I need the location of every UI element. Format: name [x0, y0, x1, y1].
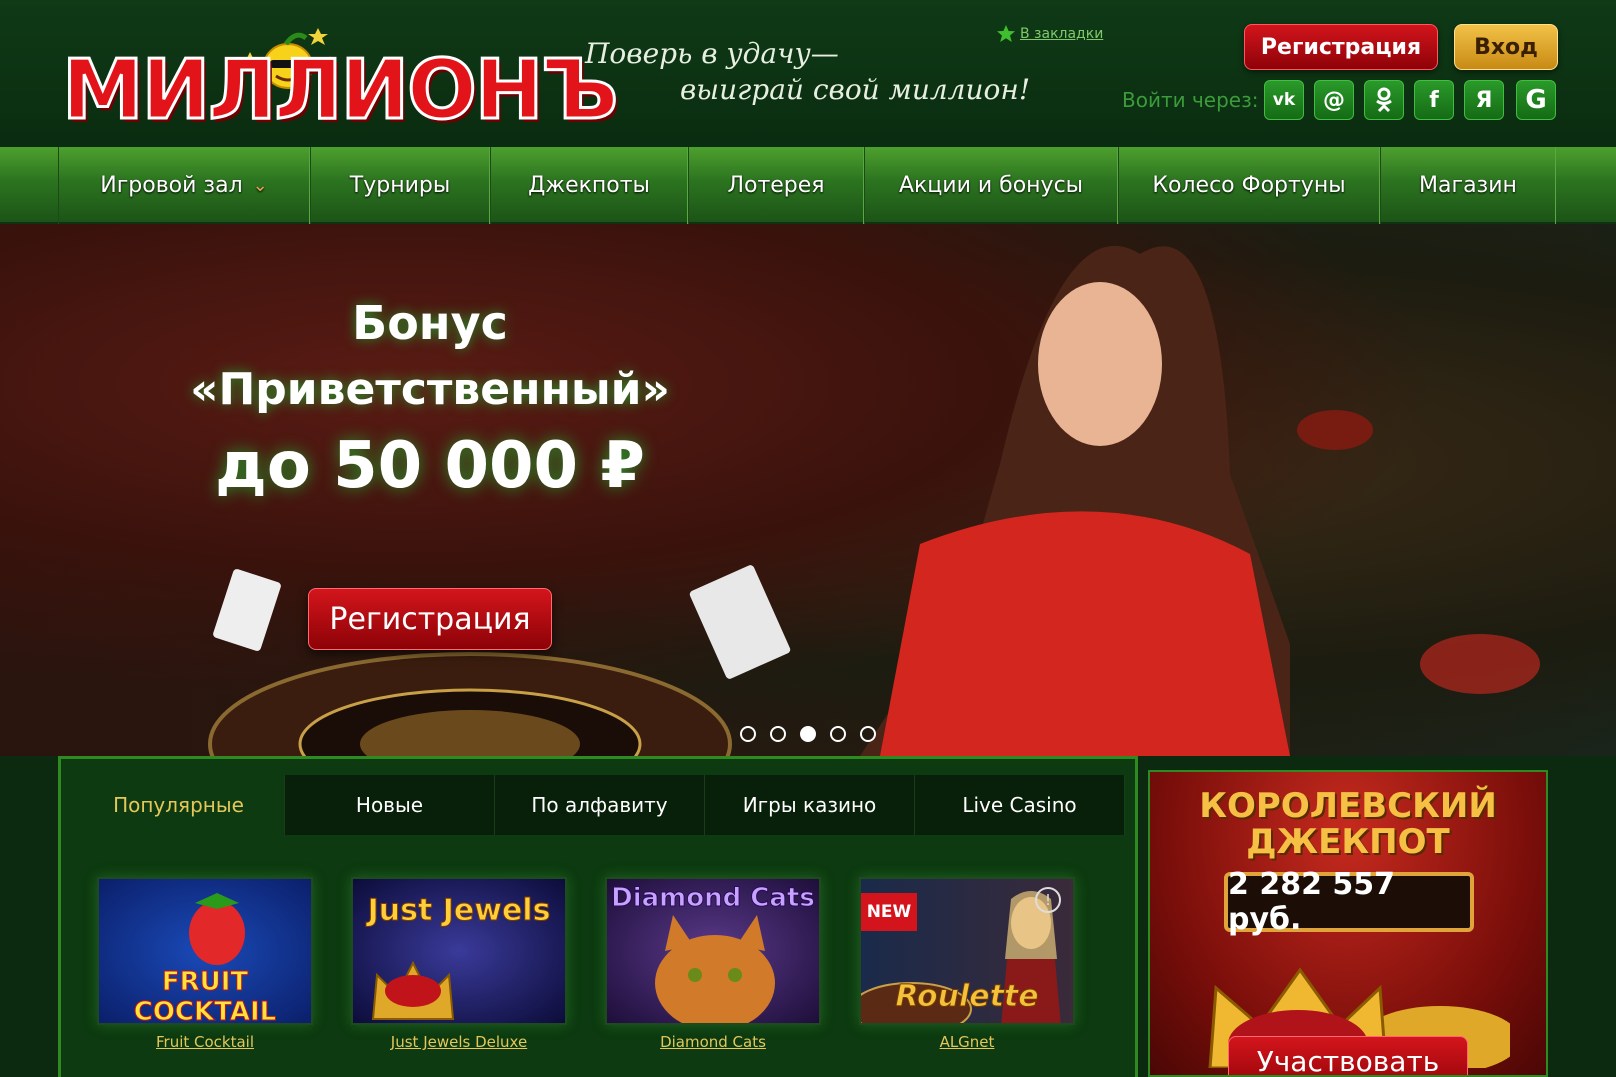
- nav-item-lottery[interactable]: Лотерея: [688, 147, 864, 224]
- nav-item-promotions[interactable]: Акции и бонусы: [864, 147, 1118, 224]
- hero-banner[interactable]: Бонус «Приветственный» до 50 000 ₽ Регис…: [0, 224, 1616, 756]
- nav-item-tournaments[interactable]: Турниры: [310, 147, 490, 224]
- nav-item-wheel-of-fortune[interactable]: Колесо Фортуны: [1118, 147, 1380, 224]
- jackpot-participate-button[interactable]: Участвовать: [1228, 1036, 1468, 1075]
- game-thumbnail[interactable]: Roulette NEW !: [859, 877, 1075, 1025]
- site-header: МИЛЛИОНЪ Поверь в удачу— выиграй свой ми…: [0, 0, 1616, 147]
- tab-alphabetical[interactable]: По алфавиту: [495, 775, 705, 835]
- nav-label: Турниры: [349, 173, 451, 198]
- slider-dot[interactable]: [860, 726, 876, 742]
- nav-item-shop[interactable]: Магазин: [1380, 147, 1556, 224]
- star-icon: [997, 25, 1015, 42]
- jackpot-amount: 2 282 557 руб.: [1224, 867, 1474, 937]
- game-thumb-title: FRUIT COCKTAIL: [133, 967, 277, 1025]
- game-link[interactable]: ALGnet: [859, 1033, 1075, 1051]
- odnoklassniki-icon[interactable]: [1364, 80, 1404, 120]
- nav-item-game-hall[interactable]: Игровой зал ⌄: [58, 147, 310, 224]
- nav-label: Магазин: [1419, 173, 1517, 198]
- jackpot-title-line-2: ДЖЕКПОТ: [1246, 822, 1450, 862]
- nav-label: Колесо Фортуны: [1152, 173, 1346, 198]
- nav-item-jackpots[interactable]: Джекпоты: [490, 147, 688, 224]
- game-card[interactable]: Roulette NEW ! ALGnet: [859, 877, 1075, 1051]
- game-card[interactable]: Just Jewels Just Jewels Deluxe: [351, 877, 567, 1051]
- hero-title-line-2: «Приветственный»: [190, 364, 670, 415]
- slider-dot[interactable]: [830, 726, 846, 742]
- main-nav: Игровой зал ⌄ Турниры Джекпоты Лотерея А…: [0, 147, 1616, 224]
- facebook-icon[interactable]: f: [1414, 80, 1454, 120]
- chevron-down-icon: ⌄: [252, 175, 268, 196]
- crown-icon: [371, 960, 455, 1020]
- slider-dot-active[interactable]: [800, 726, 816, 742]
- royal-jackpot-widget[interactable]: КОРОЛЕВСКИЙ ДЖЕКПОТ 2 282 557 руб. Участ…: [1148, 770, 1548, 1077]
- info-icon[interactable]: !: [1035, 887, 1061, 913]
- register-button[interactable]: Регистрация: [1244, 24, 1438, 70]
- new-badge: NEW: [861, 893, 917, 931]
- tab-new[interactable]: Новые: [285, 775, 495, 835]
- game-thumb-title: Roulette: [895, 979, 1039, 1015]
- site-logo[interactable]: МИЛЛИОНЪ: [60, 22, 620, 134]
- jackpot-title-line-1: КОРОЛЕВСКИЙ: [1199, 786, 1497, 826]
- vk-icon[interactable]: vk: [1264, 80, 1304, 120]
- slogan-line-1: Поверь в удачу—: [585, 37, 839, 70]
- game-link[interactable]: Fruit Cocktail: [97, 1033, 313, 1051]
- tab-live-casino[interactable]: Live Casino: [915, 775, 1125, 835]
- slogan: Поверь в удачу— выиграй свой миллион!: [585, 36, 1030, 108]
- jackpot-title: КОРОЛЕВСКИЙ ДЖЕКПОТ: [1150, 788, 1546, 860]
- login-via-label: Войти через:: [1122, 88, 1259, 112]
- game-thumbnail[interactable]: Diamond Cats: [605, 877, 821, 1025]
- yandex-icon[interactable]: Я: [1464, 80, 1504, 120]
- google-icon[interactable]: G: [1516, 80, 1556, 120]
- game-tabs: Популярные Новые По алфавиту Игры казино…: [73, 775, 1125, 835]
- bookmark-link[interactable]: В закладки: [996, 24, 1103, 44]
- game-thumbnail[interactable]: Just Jewels: [351, 877, 567, 1025]
- hero-title-line-1: Бонус: [352, 296, 508, 350]
- game-thumbnail[interactable]: FRUIT COCKTAIL: [97, 877, 313, 1025]
- tab-popular[interactable]: Популярные: [73, 775, 285, 835]
- game-link[interactable]: Just Jewels Deluxe: [351, 1033, 567, 1051]
- cat-icon: [655, 915, 775, 1023]
- bookmark-label: В закладки: [1020, 26, 1104, 42]
- logo-text: МИЛЛИОНЪ: [60, 43, 619, 138]
- slider-dots: [740, 726, 876, 742]
- games-panel: Популярные Новые По алфавиту Игры казино…: [58, 756, 1138, 1077]
- game-card[interactable]: FRUIT COCKTAIL Fruit Cocktail: [97, 877, 313, 1051]
- hero-title-line-3: до 50 000 ₽: [215, 429, 645, 503]
- slogan-line-2: выиграй свой миллион!: [680, 73, 1031, 106]
- hero-register-button[interactable]: Регистрация: [308, 588, 552, 650]
- nav-label: Игровой зал: [100, 173, 243, 198]
- mailru-icon[interactable]: @: [1314, 80, 1354, 120]
- login-button[interactable]: Вход: [1454, 24, 1558, 70]
- game-link[interactable]: Diamond Cats: [605, 1033, 821, 1051]
- nav-label: Джекпоты: [528, 173, 650, 198]
- nav-label: Акции и бонусы: [898, 173, 1084, 198]
- game-card[interactable]: Diamond Cats Diamond Cats: [605, 877, 821, 1051]
- tab-casino-games[interactable]: Игры казино: [705, 775, 915, 835]
- nav-label: Лотерея: [727, 173, 825, 198]
- slider-dot[interactable]: [770, 726, 786, 742]
- slider-dot[interactable]: [740, 726, 756, 742]
